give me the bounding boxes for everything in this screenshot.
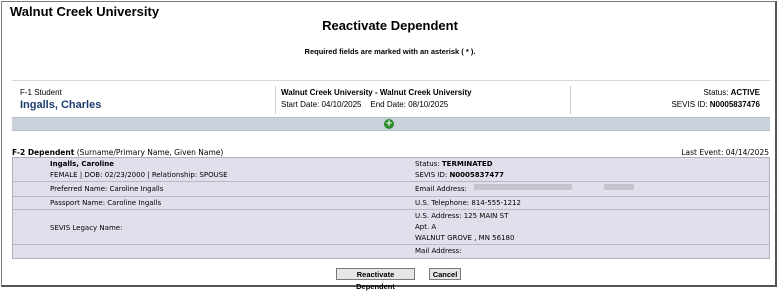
student-status: Status: ACTIVE: [704, 88, 760, 97]
student-name: Ingalls, Charles: [20, 99, 102, 111]
dependent-name: Ingalls, Caroline: [50, 160, 115, 168]
mail-address: Mail Address:: [415, 247, 462, 255]
divider: [13, 244, 769, 245]
cancel-button[interactable]: Cancel: [429, 268, 461, 280]
divider: [13, 209, 769, 210]
university-title: Walnut Creek University: [10, 4, 160, 19]
us-address-line3: WALNUT GROVE , MN 56180: [415, 234, 515, 242]
status-label: Status:: [415, 160, 440, 168]
divider: [13, 196, 769, 197]
email-label: Email Address:: [415, 185, 467, 193]
dependent-section-header: F-2 Dependent (Surname/Primary Name, Giv…: [12, 148, 223, 157]
sevis-value: N0005837476: [709, 100, 760, 109]
last-event: Last Event: 04/14/2025: [681, 148, 769, 157]
status-label: Status:: [703, 88, 729, 97]
sevis-legacy-name: SEVIS Legacy Name:: [50, 224, 123, 232]
sevis-value: N0005837477: [449, 171, 505, 179]
us-address-line1: U.S. Address: 125 MAIN ST: [415, 212, 509, 220]
dependent-sevis-id: SEVIS ID: N0005837477: [415, 171, 504, 179]
dependent-details-panel: Ingalls, Caroline FEMALE | DOB: 02/23/20…: [12, 157, 770, 259]
sevis-label: SEVIS ID:: [671, 100, 708, 109]
student-sevis-id: SEVIS ID: N0005837476: [671, 100, 760, 109]
page-title: Reactivate Dependent: [322, 18, 458, 33]
us-address-line2: Apt. A: [415, 223, 437, 231]
dependent-demographics: FEMALE | DOB: 02/23/2000 | Relationship:…: [50, 171, 228, 179]
passport-name: Passport Name: Caroline Ingalls: [50, 199, 162, 207]
status-badge: ACTIVE: [730, 88, 760, 97]
us-telephone: U.S. Telephone: 814-555-1212: [415, 199, 521, 207]
redacted-email: [474, 184, 572, 190]
divider: [13, 181, 769, 182]
divider: [570, 86, 571, 114]
dependent-section-label: F-2 Dependent: [12, 148, 75, 157]
status-badge: TERMINATED: [441, 160, 493, 168]
dependent-status: Status: TERMINATED: [415, 160, 493, 168]
student-dates: Start Date: 04/10/2025 End Date: 08/10/2…: [281, 100, 449, 109]
redacted-email: [604, 184, 634, 190]
preferred-name: Preferred Name: Caroline Ingalls: [50, 185, 164, 193]
dependent-section-hint: (Surname/Primary Name, Given Name): [76, 148, 224, 157]
divider: [275, 86, 276, 114]
reactivate-dependent-button[interactable]: Reactivate Dependent: [336, 268, 415, 291]
plus-circle-icon[interactable]: +: [384, 119, 394, 129]
divider: [12, 80, 770, 81]
required-note: Required fields are marked with an aster…: [304, 47, 476, 56]
student-school: Walnut Creek University - Walnut Creek U…: [281, 88, 472, 97]
sevis-label: SEVIS ID:: [415, 171, 448, 179]
student-type: F-1 Student: [20, 88, 62, 97]
